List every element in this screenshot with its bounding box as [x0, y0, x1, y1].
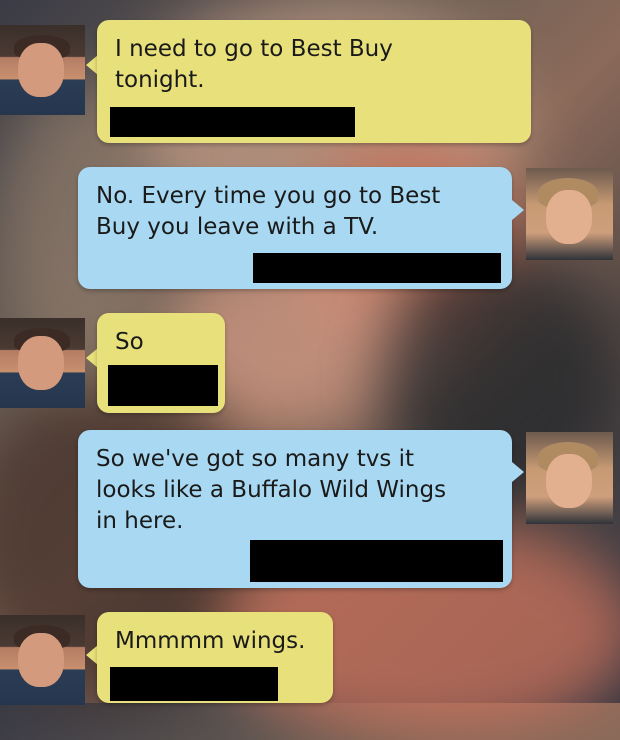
message-text: So — [115, 329, 144, 355]
avatar-her[interactable] — [526, 432, 613, 524]
avatar-him[interactable] — [0, 318, 85, 408]
redacted-timestamp — [110, 667, 278, 701]
message-text: No. Every time you go to Best Buy you le… — [96, 183, 441, 240]
message-text: So we've got so many tvs it looks like a… — [96, 446, 447, 534]
message-bubble[interactable]: So — [97, 313, 225, 413]
message-text: I need to go to Best Buy tonight. — [115, 36, 393, 93]
redacted-timestamp — [110, 107, 355, 137]
message-bubble[interactable]: I need to go to Best Buy tonight. — [97, 20, 531, 143]
avatar-him[interactable] — [0, 25, 85, 115]
avatar-him[interactable] — [0, 615, 85, 705]
redacted-timestamp — [250, 540, 503, 582]
message-bubble[interactable]: No. Every time you go to Best Buy you le… — [78, 167, 512, 289]
avatar-her[interactable] — [526, 168, 613, 260]
message-bubble[interactable]: So we've got so many tvs it looks like a… — [78, 430, 512, 588]
message-text: Mmmmm wings. — [115, 628, 306, 654]
redacted-timestamp — [253, 253, 501, 283]
message-bubble[interactable]: Mmmmm wings. — [97, 612, 333, 703]
redacted-timestamp — [108, 365, 218, 406]
